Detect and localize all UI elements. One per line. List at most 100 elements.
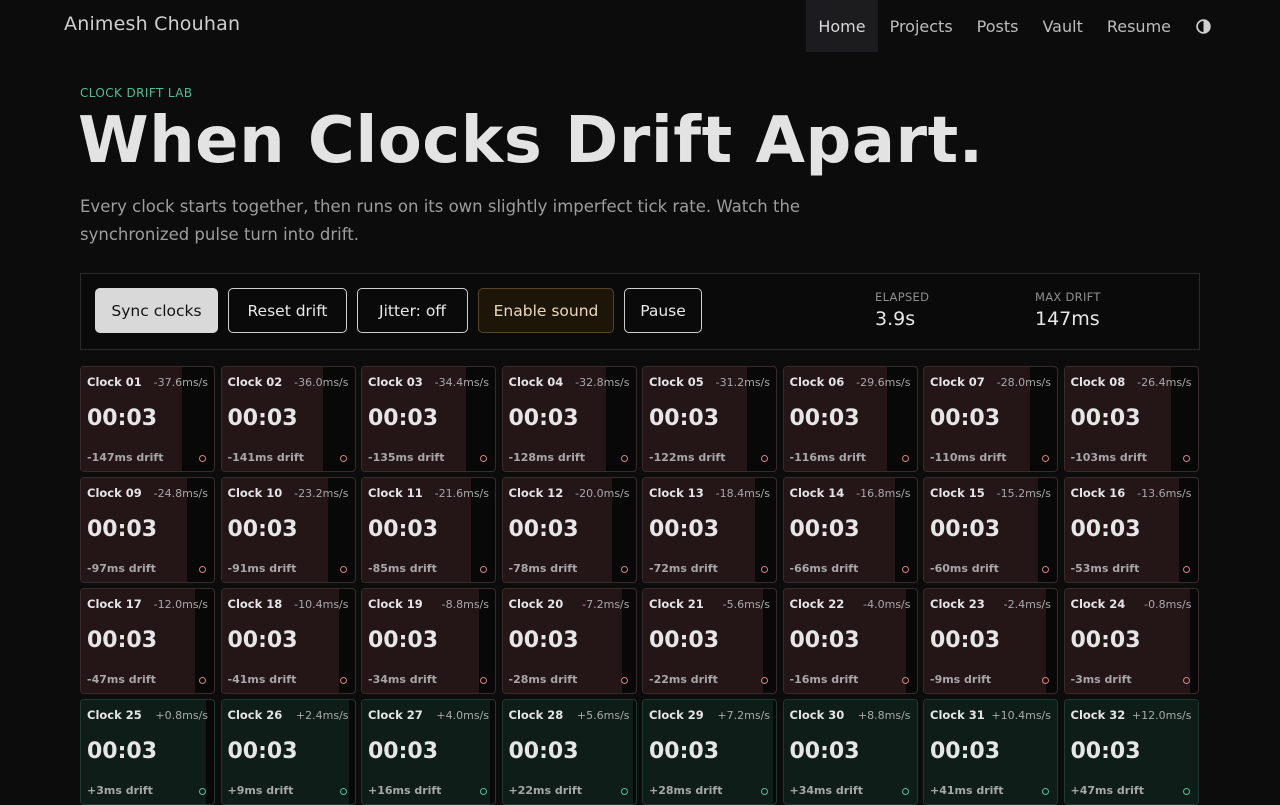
clock-drift: -3ms drift <box>1070 673 1132 686</box>
clock-time: 00:03 <box>1070 628 1141 653</box>
clock-drift: -16ms drift <box>789 673 859 686</box>
clock-card: Clock 13 -18.4ms/s 00:03 -72ms drift <box>642 477 777 583</box>
clock-card: Clock 04 -32.8ms/s 00:03 -128ms drift <box>501 366 637 472</box>
clock-rate: -12.0ms/s <box>153 598 208 611</box>
clock-time: 00:03 <box>508 517 579 542</box>
clock-rate: -7.2ms/s <box>582 598 630 611</box>
clock-card: Clock 25 +0.8ms/s 00:03 +3ms drift <box>80 699 215 805</box>
jitter-toggle-button[interactable]: Jitter: off <box>357 288 468 333</box>
clock-time: 00:03 <box>368 739 439 764</box>
clock-card: Clock 02 -36.0ms/s 00:03 -141ms drift <box>220 366 356 472</box>
clock-rate: -2.4ms/s <box>1003 598 1051 611</box>
clock-drift: -147ms drift <box>87 451 164 464</box>
status-dot-icon <box>901 455 909 462</box>
clock-name: Clock 25 <box>87 708 142 722</box>
clock-card: Clock 06 -29.6ms/s 00:03 -116ms drift <box>782 366 918 472</box>
elapsed-label: ELAPSED <box>875 290 930 304</box>
status-dot-icon <box>620 677 628 684</box>
clock-time: 00:03 <box>930 406 1001 431</box>
clock-name: Clock 22 <box>789 597 845 611</box>
clock-rate: -4.0ms/s <box>863 598 911 611</box>
max-drift-stat: MAX DRIFT 147ms <box>1035 290 1101 330</box>
clock-rate: -24.8ms/s <box>153 487 208 500</box>
clock-drift: -91ms drift <box>227 562 297 575</box>
status-dot-icon <box>620 455 628 462</box>
clock-name: Clock 01 <box>87 375 142 389</box>
clock-card: Clock 26 +2.4ms/s 00:03 +9ms drift <box>220 699 356 805</box>
status-dot-icon <box>1042 788 1049 795</box>
clock-name: Clock 27 <box>368 708 423 722</box>
clock-card: Clock 16 -13.6ms/s 00:03 -53ms drift <box>1063 477 1199 583</box>
clock-rate: +2.4ms/s <box>295 709 349 722</box>
site-brand[interactable]: Animesh Chouhan <box>64 13 240 35</box>
enable-sound-button[interactable]: Enable sound <box>478 288 614 333</box>
clock-drift: -66ms drift <box>789 562 859 575</box>
nav-link-home[interactable]: Home <box>806 0 878 52</box>
control-panel: Sync clocks Reset drift Jitter: off Enab… <box>80 273 1200 350</box>
clock-time: 00:03 <box>508 628 579 653</box>
clock-drift: -72ms drift <box>649 562 718 575</box>
clock-time: 00:03 <box>649 517 720 542</box>
status-dot-icon <box>199 677 206 684</box>
pause-button[interactable]: Pause <box>624 288 702 333</box>
clock-rate: -36.0ms/s <box>294 376 349 389</box>
clock-name: Clock 03 <box>368 375 423 389</box>
sync-clocks-button[interactable]: Sync clocks <box>95 288 218 333</box>
clock-card: Clock 23 -2.4ms/s 00:03 -9ms drift <box>923 588 1058 694</box>
nav-link-projects[interactable]: Projects <box>878 0 965 52</box>
clock-card: Clock 03 -34.4ms/s 00:03 -135ms drift <box>361 366 496 472</box>
clock-rate: -31.2ms/s <box>715 376 770 389</box>
clock-rate: +8.8ms/s <box>857 709 911 722</box>
status-dot-icon <box>480 566 487 573</box>
status-dot-icon <box>761 566 768 573</box>
clock-name: Clock 19 <box>368 597 423 611</box>
clock-time: 00:03 <box>508 406 579 431</box>
clock-rate: -16.8ms/s <box>856 487 911 500</box>
clock-card: Clock 07 -28.0ms/s 00:03 -110ms drift <box>923 366 1058 472</box>
clock-name: Clock 04 <box>508 375 564 389</box>
clock-name: Clock 21 <box>649 597 704 611</box>
nav-link-vault[interactable]: Vault <box>1030 0 1094 52</box>
clock-drift: -135ms drift <box>368 451 445 464</box>
theme-toggle-button[interactable] <box>1183 0 1220 52</box>
clock-name: Clock 13 <box>649 486 704 500</box>
clock-drift: +28ms drift <box>649 784 723 797</box>
status-dot-icon <box>761 677 768 684</box>
reset-drift-button[interactable]: Reset drift <box>228 288 347 333</box>
clock-name: Clock 07 <box>930 375 985 389</box>
clock-drift: +16ms drift <box>368 784 442 797</box>
status-dot-icon <box>1042 677 1049 684</box>
clock-rate: -34.4ms/s <box>434 376 489 389</box>
clock-card: Clock 10 -23.2ms/s 00:03 -91ms drift <box>220 477 356 583</box>
clock-card: Clock 28 +5.6ms/s 00:03 +22ms drift <box>501 699 637 805</box>
clock-card: Clock 27 +4.0ms/s 00:03 +16ms drift <box>361 699 496 805</box>
status-dot-icon <box>1182 566 1190 573</box>
clock-name: Clock 16 <box>1070 486 1126 500</box>
clock-grid: Clock 01 -37.6ms/s 00:03 -147ms drift Clock … <box>80 366 1200 805</box>
clock-drift: +22ms drift <box>508 784 582 797</box>
clock-time: 00:03 <box>930 628 1001 653</box>
clock-name: Clock 32 <box>1070 708 1126 722</box>
clock-drift: +9ms drift <box>227 784 294 797</box>
clock-drift: -78ms drift <box>508 562 578 575</box>
status-dot-icon <box>480 788 487 795</box>
clock-drift: -53ms drift <box>1070 562 1140 575</box>
clock-time: 00:03 <box>87 406 158 431</box>
clock-name: Clock 31 <box>930 708 985 722</box>
clock-card: Clock 30 +8.8ms/s 00:03 +34ms drift <box>782 699 918 805</box>
status-dot-icon <box>1042 455 1049 462</box>
clock-time: 00:03 <box>649 628 720 653</box>
top-nav: Animesh Chouhan Home Projects Posts Vaul… <box>0 0 1280 52</box>
nav-link-resume[interactable]: Resume <box>1095 0 1183 52</box>
status-dot-icon <box>480 455 487 462</box>
nav-link-posts[interactable]: Posts <box>965 0 1031 52</box>
clock-rate: -0.8ms/s <box>1144 598 1192 611</box>
clock-card: Clock 15 -15.2ms/s 00:03 -60ms drift <box>923 477 1058 583</box>
clock-rate: +7.2ms/s <box>717 709 770 722</box>
clock-rate: -15.2ms/s <box>996 487 1051 500</box>
clock-name: Clock 26 <box>227 708 283 722</box>
elapsed-value: 3.9s <box>875 308 916 330</box>
status-dot-icon <box>480 677 487 684</box>
clock-time: 00:03 <box>368 517 439 542</box>
clock-card: Clock 31 +10.4ms/s 00:03 +41ms drift <box>923 699 1058 805</box>
